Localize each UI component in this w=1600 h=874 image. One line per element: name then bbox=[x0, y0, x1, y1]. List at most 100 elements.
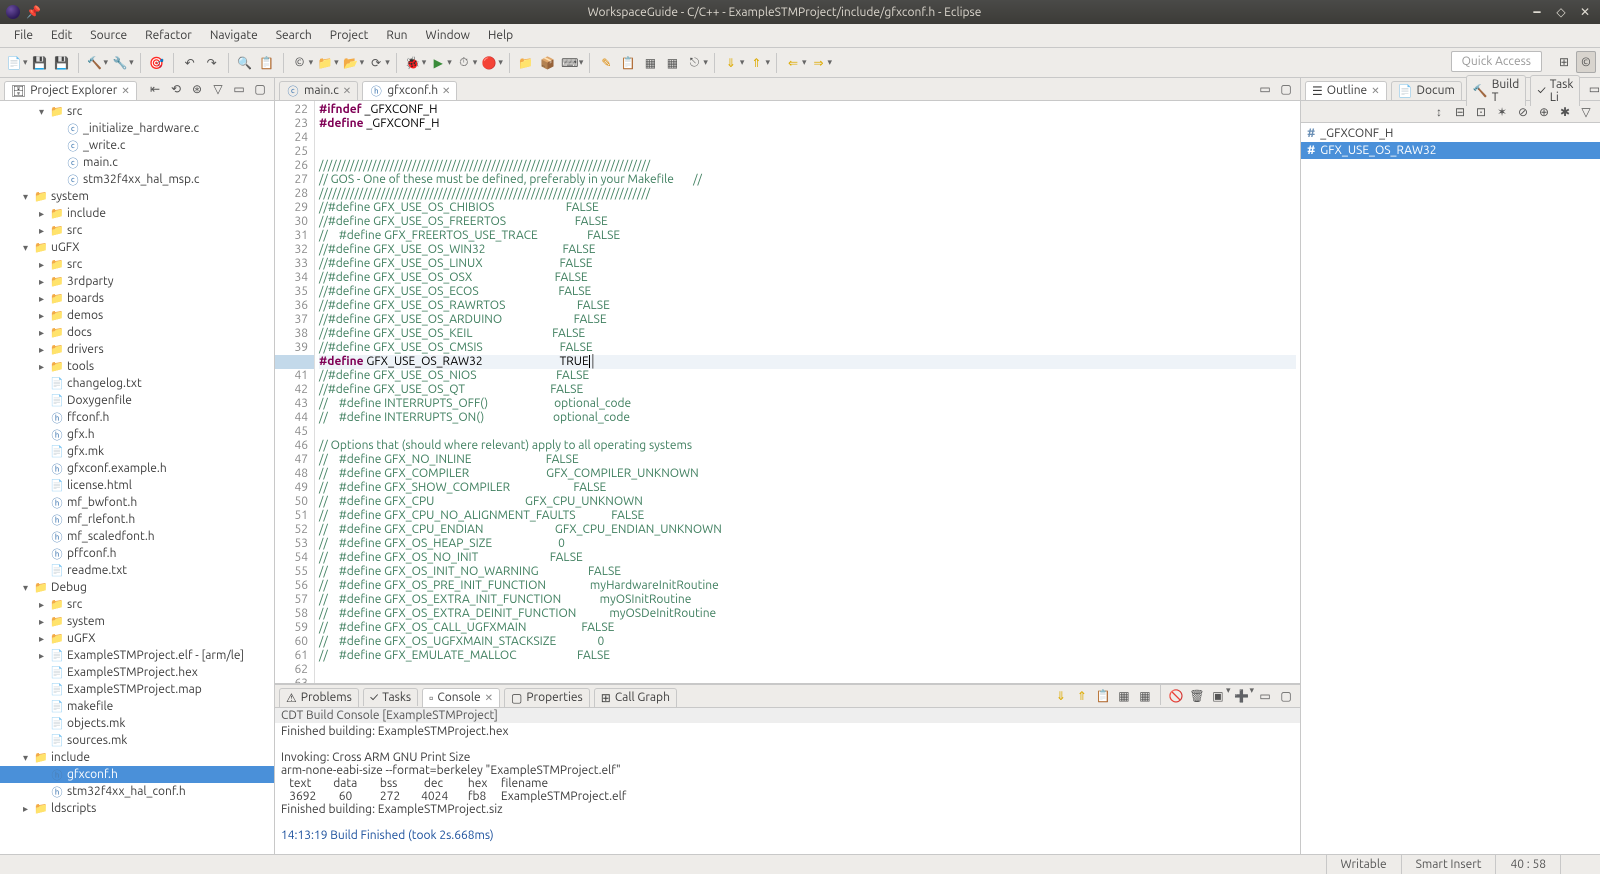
open-type-icon[interactable]: 🔍 bbox=[235, 52, 255, 74]
wizard1-icon[interactable]: ✎ bbox=[596, 52, 616, 74]
menu-navigate[interactable]: Navigate bbox=[202, 26, 266, 45]
redo-icon[interactable]: ↷ bbox=[202, 52, 222, 74]
outline-item[interactable]: #GFX_USE_OS_RAW32 bbox=[1301, 142, 1600, 159]
tree-item[interactable]: ▸📁src bbox=[0, 596, 274, 613]
tree-item[interactable]: ▾📁Debug bbox=[0, 579, 274, 596]
tree-item[interactable]: ▸📁boards bbox=[0, 290, 274, 307]
tree-item[interactable]: 📄objects.mk bbox=[0, 715, 274, 732]
pin-console-icon[interactable]: ⇓ bbox=[1051, 685, 1071, 707]
minimize-view-icon[interactable]: ▭ bbox=[229, 78, 249, 100]
tree-item[interactable]: 📄readme.txt bbox=[0, 562, 274, 579]
tree-item[interactable]: 📄changelog.txt bbox=[0, 375, 274, 392]
tree-item[interactable]: ▾📁uGFX bbox=[0, 239, 274, 256]
tree-item[interactable]: ▸📁docs bbox=[0, 324, 274, 341]
tree-item[interactable]: ▸📁3rdparty bbox=[0, 273, 274, 290]
focus-icon[interactable]: ⊛ bbox=[187, 78, 207, 100]
project-explorer-tab[interactable]: 🗄 Project Explorer ✕ bbox=[4, 81, 137, 100]
tree-item[interactable]: 📄ExampleSTMProject.hex bbox=[0, 664, 274, 681]
menu-file[interactable]: File bbox=[6, 26, 41, 45]
console-output[interactable]: CDT Build Console [ExampleSTMProject]Fin… bbox=[275, 708, 1300, 854]
menu-search[interactable]: Search bbox=[268, 26, 320, 45]
tree-item[interactable]: 📄license.html bbox=[0, 477, 274, 494]
close-icon[interactable]: ✕ bbox=[121, 85, 129, 97]
tree-item[interactable]: ▸📄ExampleSTMProject.elf - [arm/le] bbox=[0, 647, 274, 664]
outline-item[interactable]: #_GFXCONF_H bbox=[1301, 125, 1600, 142]
outline-tab[interactable]: 📄Docum bbox=[1391, 81, 1462, 100]
tree-item[interactable]: ⓒ_write.c bbox=[0, 137, 274, 154]
package-icon[interactable]: 📦 bbox=[538, 52, 558, 74]
undo-icon[interactable]: ↶ bbox=[180, 52, 200, 74]
tree-item[interactable]: ⓒstm32f4xx_hal_msp.c bbox=[0, 171, 274, 188]
tree-item[interactable]: ⓗffconf.h bbox=[0, 409, 274, 426]
tree-item[interactable]: ▾📁src bbox=[0, 103, 274, 120]
quick-access[interactable]: Quick Access bbox=[1451, 51, 1542, 72]
new-icon[interactable]: 📄 bbox=[4, 52, 24, 74]
tree-item[interactable]: ⓗmf_scaledfont.h bbox=[0, 528, 274, 545]
code-area[interactable]: #ifndef _GFXCONF_H#define _GFXCONF_H ///… bbox=[315, 101, 1300, 683]
tree-item[interactable]: ▾📁include bbox=[0, 749, 274, 766]
terminal-icon[interactable]: ⌨ bbox=[560, 52, 580, 74]
menu-refactor[interactable]: Refactor bbox=[137, 26, 200, 45]
tree-item[interactable]: ▸📁include bbox=[0, 205, 274, 222]
run-icon[interactable]: ▶ bbox=[428, 52, 448, 74]
remove-icon[interactable]: 🚫 bbox=[1166, 685, 1186, 707]
tree-item[interactable]: ⓗgfx.h bbox=[0, 426, 274, 443]
bottom-tab-properties[interactable]: ▢Properties bbox=[504, 688, 590, 707]
save-all-icon[interactable]: 💾 bbox=[52, 52, 72, 74]
max-bottom-icon[interactable]: ▢ bbox=[1276, 685, 1296, 707]
debug-icon[interactable]: 🐞 bbox=[403, 52, 423, 74]
display-icon[interactable]: ▦ bbox=[1114, 685, 1134, 707]
external-icon[interactable]: 🔴 bbox=[479, 52, 499, 74]
forward-icon[interactable]: ⇒ bbox=[809, 52, 829, 74]
display2-icon[interactable]: ▦ bbox=[1135, 685, 1155, 707]
maximize-view-icon[interactable]: ▢ bbox=[250, 78, 270, 100]
outline-tab[interactable]: ✓Task Li bbox=[1530, 75, 1580, 106]
clear-icon[interactable]: 📋 bbox=[1093, 685, 1113, 707]
project-tree[interactable]: ▾📁srcⓒ_initialize_hardware.cⓒ_write.cⓒma… bbox=[0, 101, 274, 854]
tree-item[interactable]: 📄Doxygenfile bbox=[0, 392, 274, 409]
new-console-icon[interactable]: ➕ bbox=[1231, 685, 1251, 707]
tree-item[interactable]: 📄gfx.mk bbox=[0, 443, 274, 460]
open-perspective-icon[interactable]: ⊞ bbox=[1554, 51, 1574, 73]
tree-item[interactable]: ⓗstm32f4xx_hal_conf.h bbox=[0, 783, 274, 800]
tree-item[interactable]: ▸📁drivers bbox=[0, 341, 274, 358]
menu-window[interactable]: Window bbox=[418, 26, 478, 45]
menu-source[interactable]: Source bbox=[82, 26, 135, 45]
outline-list[interactable]: #_GFXCONF_H#GFX_USE_OS_RAW32 bbox=[1301, 123, 1600, 854]
build-icon[interactable]: 🔨 bbox=[85, 52, 105, 74]
refresh-icon[interactable]: ⟳ bbox=[366, 52, 386, 74]
bottom-tab-console[interactable]: ▫Console✕ bbox=[422, 688, 500, 707]
tree-item[interactable]: 📄makefile bbox=[0, 698, 274, 715]
bottom-tab-call graph[interactable]: ⊞Call Graph bbox=[594, 688, 677, 707]
tree-item[interactable]: 📄ExampleSTMProject.map bbox=[0, 681, 274, 698]
bottom-tab-problems[interactable]: ⚠Problems bbox=[279, 688, 359, 707]
collapse-all-icon[interactable]: ⇤ bbox=[145, 78, 165, 100]
tree-item[interactable]: ▸📁system bbox=[0, 613, 274, 630]
tree-item[interactable]: ▸📁src bbox=[0, 256, 274, 273]
scroll-lock-icon[interactable]: ⇑ bbox=[1072, 685, 1092, 707]
maximize-editor-icon[interactable]: ▢ bbox=[1276, 78, 1296, 100]
outline-tab[interactable]: 🔨Build T bbox=[1466, 75, 1527, 106]
wizard5-icon[interactable]: ⎋ bbox=[684, 52, 704, 74]
menu-help[interactable]: Help bbox=[480, 26, 521, 45]
minimize-button[interactable]: 🗕 bbox=[1528, 3, 1546, 21]
tree-item[interactable]: ▸📁tools bbox=[0, 358, 274, 375]
tree-item[interactable]: ⓗpffconf.h bbox=[0, 545, 274, 562]
tree-item[interactable]: ⓗmf_bwfont.h bbox=[0, 494, 274, 511]
tree-item[interactable]: ▸📁demos bbox=[0, 307, 274, 324]
min-bottom-icon[interactable]: ▭ bbox=[1255, 685, 1275, 707]
close-icon[interactable]: ✕ bbox=[343, 85, 351, 97]
close-button[interactable]: ✕ bbox=[1576, 3, 1594, 21]
target-icon[interactable]: 🎯 bbox=[147, 52, 167, 74]
wizard3-icon[interactable]: ▦ bbox=[640, 52, 660, 74]
open-element-icon[interactable]: 📋 bbox=[257, 52, 277, 74]
tree-item[interactable]: ▸📁src bbox=[0, 222, 274, 239]
prev-annotation-icon[interactable]: ⇑ bbox=[746, 52, 766, 74]
menu-project[interactable]: Project bbox=[322, 26, 377, 45]
link-editor-icon[interactable]: ⟲ bbox=[166, 78, 186, 100]
minimize-editor-icon[interactable]: ▭ bbox=[1255, 78, 1275, 100]
wizard2-icon[interactable]: 📋 bbox=[618, 52, 638, 74]
sort-icon[interactable]: ↕ bbox=[1429, 101, 1449, 123]
tree-item[interactable]: ▸📁uGFX bbox=[0, 630, 274, 647]
tree-item[interactable]: ▸📁ldscripts bbox=[0, 800, 274, 817]
